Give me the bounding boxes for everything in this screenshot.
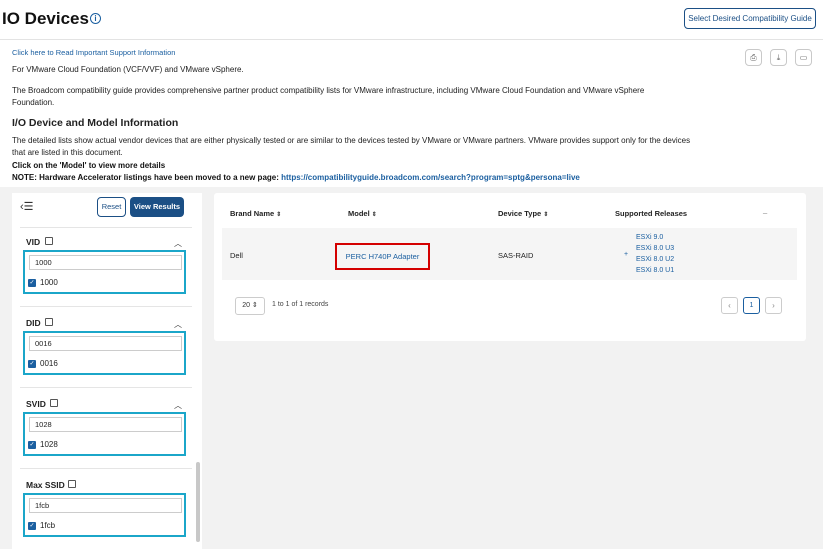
max-ssid-search-input[interactable]: 1fcb: [29, 498, 182, 513]
svid-option-label: 1028: [40, 440, 58, 449]
intro-description: The Broadcom compatibility guide provide…: [12, 86, 645, 107]
info-icon[interactable]: i: [90, 13, 101, 24]
did-filter-label: DID: [26, 318, 41, 328]
sort-icon[interactable]: ⇕: [276, 212, 281, 218]
reset-button[interactable]: Reset: [97, 197, 126, 217]
vid-filter-box: 1000 ✓ 1000: [23, 250, 186, 294]
sidebar-divider: [20, 306, 192, 307]
sidebar-divider: [20, 227, 192, 228]
release-link[interactable]: ESXi 8.0 U2: [636, 256, 674, 263]
vid-select-all-checkbox[interactable]: [45, 237, 53, 245]
page-header: IO Devices i Select Desired Compatibilit…: [0, 0, 823, 40]
collapse-menu-icon[interactable]: ‹☰: [20, 200, 34, 213]
column-header-label: Model: [348, 209, 370, 218]
note-link[interactable]: https://compatibilityguide.broadcom.com/…: [281, 173, 580, 182]
select-compatibility-guide-button[interactable]: Select Desired Compatibility Guide: [684, 8, 816, 29]
intro-line: For VMware Cloud Foundation (VCF/VVF) an…: [12, 65, 244, 74]
svid-filter-label: SVID: [26, 399, 46, 409]
collapse-column-icon[interactable]: _: [763, 206, 767, 215]
next-page-button[interactable]: ›: [765, 297, 782, 314]
page-title: IO Devices: [2, 9, 89, 28]
sort-icon[interactable]: ⇕: [372, 212, 377, 218]
max-ssid-select-all-checkbox[interactable]: [68, 480, 76, 488]
view-results-button[interactable]: View Results: [130, 197, 184, 217]
section-heading: I/O Device and Model Information: [12, 117, 179, 129]
brand-cell: Dell: [230, 251, 243, 260]
release-link[interactable]: ESXi 9.0: [636, 234, 663, 241]
vid-search-input[interactable]: 1000: [29, 255, 182, 270]
max-ssid-filter-box: 1fcb ✓ 1fcb: [23, 493, 186, 537]
section-description: The detailed lists show actual vendor de…: [12, 136, 691, 157]
support-info-link[interactable]: Click here to Read Important Support Inf…: [12, 48, 175, 57]
sidebar-divider: [20, 387, 192, 388]
column-header-label: Brand Name: [230, 209, 275, 218]
note-prefix: NOTE: Hardware Accelerator listings have…: [12, 173, 282, 182]
did-filter-box: 0016 ✓ 0016: [23, 331, 186, 375]
previous-page-button[interactable]: ‹: [721, 297, 738, 314]
save-icon[interactable]: ▭: [795, 49, 812, 66]
max-ssid-option-label: 1fcb: [40, 521, 56, 530]
page-size-select[interactable]: 20 ⇕: [235, 297, 265, 315]
svid-search-input[interactable]: 1028: [29, 417, 182, 432]
model-link[interactable]: PERC H740P Adapter: [335, 243, 430, 270]
sort-icon[interactable]: ⇕: [543, 212, 548, 218]
svid-option-checkbox[interactable]: ✓: [28, 441, 36, 449]
svid-select-all-checkbox[interactable]: [50, 399, 58, 407]
chevron-up-icon[interactable]: ︿: [174, 319, 182, 330]
max-ssid-filter-label: Max SSID: [26, 480, 65, 490]
column-header-model[interactable]: Model ⇕: [348, 209, 377, 218]
vid-filter-label: VID: [26, 237, 41, 247]
device-type-cell: SAS-RAID: [498, 251, 534, 260]
chevron-up-icon[interactable]: ︿: [174, 400, 182, 411]
did-option-checkbox[interactable]: ✓: [28, 360, 36, 368]
download-icon[interactable]: ⤓: [770, 49, 787, 66]
chevron-up-icon[interactable]: ︿: [174, 238, 182, 249]
model-click-note: Click on the 'Model' to view more detail…: [12, 161, 166, 170]
vid-option-label: 1000: [40, 278, 58, 287]
column-header-label: Device Type: [498, 209, 542, 218]
sidebar-divider: [20, 468, 192, 469]
expand-releases-icon[interactable]: +: [624, 251, 628, 258]
did-select-all-checkbox[interactable]: [45, 318, 53, 326]
svid-filter-box: 1028 ✓ 1028: [23, 412, 186, 456]
release-link[interactable]: ESXi 8.0 U3: [636, 245, 674, 252]
print-icon[interactable]: ⎙: [745, 49, 762, 66]
did-option-label: 0016: [40, 359, 58, 368]
max-ssid-option-checkbox[interactable]: ✓: [28, 522, 36, 530]
records-count: 1 to 1 of 1 records: [272, 301, 329, 308]
did-search-input[interactable]: 0016: [29, 336, 182, 351]
column-header-supported-releases: Supported Releases: [615, 209, 688, 218]
hardware-accelerator-note: NOTE: Hardware Accelerator listings have…: [12, 173, 580, 182]
sidebar-scrollbar[interactable]: [196, 462, 200, 542]
release-link[interactable]: ESXi 8.0 U1: [636, 267, 674, 274]
column-header-brand[interactable]: Brand Name ⇕: [230, 209, 281, 218]
current-page-button[interactable]: 1: [743, 297, 760, 314]
vid-option-checkbox[interactable]: ✓: [28, 279, 36, 287]
column-header-device-type[interactable]: Device Type ⇕: [498, 209, 548, 218]
